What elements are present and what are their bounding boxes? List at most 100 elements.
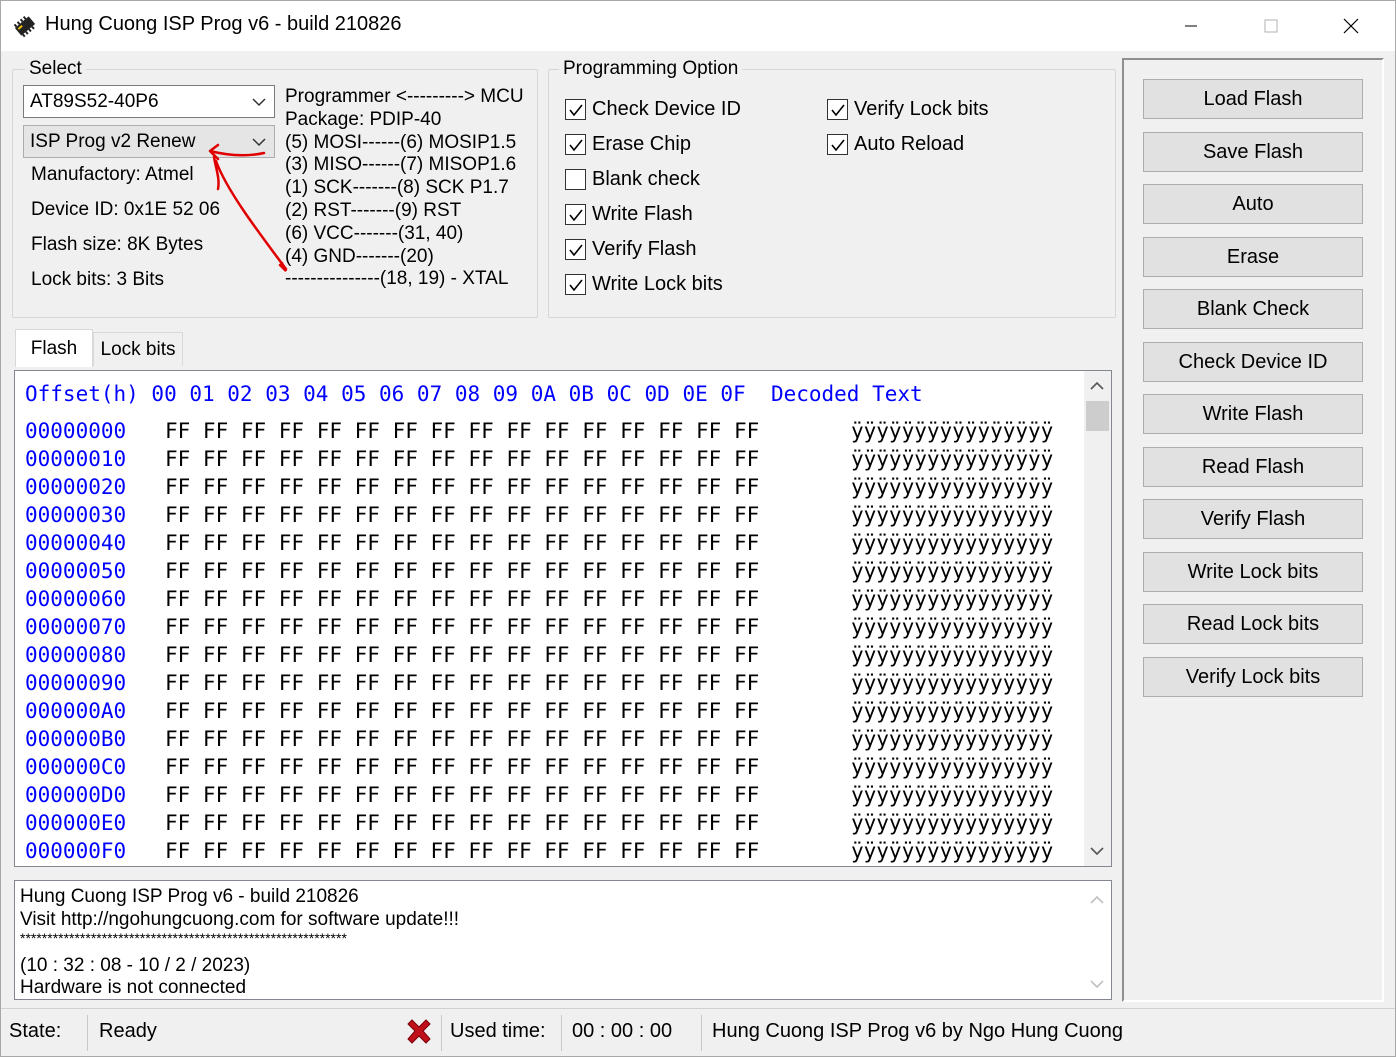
scroll-thumb[interactable] [1086,401,1109,431]
hex-row[interactable]: 00000090 FF FF FF FF FF FF FF FF FF FF FF… [25,671,1053,699]
log-scrollbar[interactable] [1084,881,1111,999]
checkbox-label: Check Device ID [592,98,741,120]
tab-lock-bits[interactable]: Lock bits [93,332,183,366]
chip-icon [13,16,36,38]
check-device-id-checkbox[interactable]: Check Device ID [565,98,741,121]
checkbox-box [565,204,586,225]
read-flash-button[interactable]: Read Flash [1143,447,1363,487]
erase-chip-checkbox[interactable]: Erase Chip [565,133,691,156]
pin-line: (2) RST-------(9) RST [285,200,462,221]
checkbox-box [827,134,848,155]
close-button[interactable] [1311,1,1391,51]
app-window: Hung Cuong ISP Prog v6 - build 210826 Se… [0,0,1396,1057]
hex-offset: 000000E0 [25,811,127,835]
log-line: ****************************************… [20,930,347,946]
hex-row[interactable]: 000000D0 FF FF FF FF FF FF FF FF FF FF FF… [25,783,1053,811]
check-device-id-button[interactable]: Check Device ID [1143,342,1363,382]
hex-row[interactable]: 00000060 FF FF FF FF FF FF FF FF FF FF FF… [25,587,1053,615]
hex-row[interactable]: 00000000 FF FF FF FF FF FF FF FF FF FF FF… [25,419,1053,447]
read-lock-bits-button[interactable]: Read Lock bits [1143,604,1363,644]
window-title: Hung Cuong ISP Prog v6 - build 210826 [45,13,402,35]
hex-bytes: FF FF FF FF FF FF FF FF FF FF FF FF FF F… [165,475,760,499]
checkmark-icon [568,209,583,221]
programming-option-label: Programming Option [559,58,743,80]
scroll-up-icon[interactable] [1088,891,1106,909]
checkbox-label: Verify Lock bits [854,98,989,120]
scroll-up-icon[interactable] [1088,377,1106,395]
hex-offset: 00000070 [25,615,127,639]
hex-offset: 000000F0 [25,839,127,863]
checkbox-label: Auto Reload [854,133,965,155]
status-bar: State: Ready Used time: 00 : 00 : 00 Hun… [1,1008,1395,1056]
pin-line: (4) GND-------(20) [285,246,434,267]
hex-offset: 000000B0 [25,727,127,751]
hex-offset: 00000000 [25,419,127,443]
hex-row[interactable]: 00000010 FF FF FF FF FF FF FF FF FF FF FF… [25,447,1053,475]
scroll-down-icon[interactable] [1088,975,1106,993]
state-label: State: [9,1020,62,1042]
log-line: Visit http://ngohungcuong.com for softwa… [20,909,460,930]
hex-bytes: FF FF FF FF FF FF FF FF FF FF FF FF FF F… [165,839,760,863]
hex-decoded-text: ÿÿÿÿÿÿÿÿÿÿÿÿÿÿÿÿ [851,727,1054,751]
hex-decoded-text: ÿÿÿÿÿÿÿÿÿÿÿÿÿÿÿÿ [851,503,1054,527]
hex-offset: 000000A0 [25,699,127,723]
write-flash-button[interactable]: Write Flash [1143,394,1363,434]
load-flash-button[interactable]: Load Flash [1143,79,1363,119]
auto-button[interactable]: Auto [1143,184,1363,224]
hex-offset: 00000040 [25,531,127,555]
flash-size-text: Flash size: 8K Bytes [31,234,204,255]
hex-header: Offset(h) 00 01 02 03 04 05 06 07 08 09 … [25,382,923,406]
hex-bytes: FF FF FF FF FF FF FF FF FF FF FF FF FF F… [165,615,760,639]
minimize-button[interactable] [1151,1,1231,51]
tab-flash[interactable]: Flash [15,329,93,367]
hex-row[interactable]: 000000C0 FF FF FF FF FF FF FF FF FF FF FF… [25,755,1053,783]
hex-decoded-text: ÿÿÿÿÿÿÿÿÿÿÿÿÿÿÿÿ [851,811,1054,835]
checkbox-box [565,239,586,260]
write-flash-checkbox[interactable]: Write Flash [565,203,693,226]
title-bar[interactable]: Hung Cuong ISP Prog v6 - build 210826 [1,1,1395,51]
hex-editor[interactable]: Offset(h) 00 01 02 03 04 05 06 07 08 09 … [14,370,1112,867]
manufactory-text: Manufactory: Atmel [31,164,194,185]
device-id-text: Device ID: 0x1E 52 06 [31,199,221,220]
checkmark-icon [568,279,583,291]
hex-row[interactable]: 00000020 FF FF FF FF FF FF FF FF FF FF FF… [25,475,1053,503]
verify-lock-bits-button[interactable]: Verify Lock bits [1143,657,1363,697]
auto-reload-checkbox[interactable]: Auto Reload [827,133,964,156]
hex-row[interactable]: 00000040 FF FF FF FF FF FF FF FF FF FF FF… [25,531,1053,559]
hex-scrollbar[interactable] [1084,371,1111,866]
lock-bits-text: Lock bits: 3 Bits [31,269,165,290]
checkmark-icon [568,139,583,151]
hex-row[interactable]: 00000070 FF FF FF FF FF FF FF FF FF FF FF… [25,615,1053,643]
used-time-value: 00 : 00 : 00 [572,1020,673,1042]
checkmark-icon [568,244,583,256]
scroll-down-icon[interactable] [1088,842,1106,860]
hex-decoded-text: ÿÿÿÿÿÿÿÿÿÿÿÿÿÿÿÿ [851,615,1054,639]
write-lock-bits-checkbox[interactable]: Write Lock bits [565,273,723,296]
blank-check-checkbox[interactable]: Blank check [565,168,700,191]
hex-offset: 000000C0 [25,755,127,779]
blank-check-button[interactable]: Blank Check [1143,289,1363,329]
verify-lock-bits-checkbox[interactable]: Verify Lock bits [827,98,989,121]
erase-button[interactable]: Erase [1143,237,1363,277]
credit-text: Hung Cuong ISP Prog v6 by Ngo Hung Cuong [712,1020,1124,1042]
hex-row[interactable]: 00000050 FF FF FF FF FF FF FF FF FF FF FF… [25,559,1053,587]
hex-row[interactable]: 00000030 FF FF FF FF FF FF FF FF FF FF FF… [25,503,1053,531]
hex-row[interactable]: 000000A0 FF FF FF FF FF FF FF FF FF FF FF… [25,699,1053,727]
pin-line: Programmer <---------> MCU [285,86,524,107]
hex-decoded-text: ÿÿÿÿÿÿÿÿÿÿÿÿÿÿÿÿ [851,671,1054,695]
maximize-button[interactable] [1231,1,1311,51]
checkbox-label: Verify Flash [592,238,697,260]
chevron-down-icon [252,98,266,107]
verify-flash-checkbox[interactable]: Verify Flash [565,238,696,261]
hex-row[interactable]: 000000B0 FF FF FF FF FF FF FF FF FF FF FF… [25,727,1053,755]
write-lock-bits-button[interactable]: Write Lock bits [1143,552,1363,592]
hex-row[interactable]: 000000E0 FF FF FF FF FF FF FF FF FF FF FF… [25,811,1053,839]
state-value: Ready [99,1020,157,1042]
hex-row[interactable]: 000000F0 FF FF FF FF FF FF FF FF FF FF FF… [25,839,1053,866]
hex-row[interactable]: 00000080 FF FF FF FF FF FF FF FF FF FF FF… [25,643,1053,671]
save-flash-button[interactable]: Save Flash [1143,132,1363,172]
verify-flash-button[interactable]: Verify Flash [1143,499,1363,539]
log-output[interactable]: Hung Cuong ISP Prog v6 - build 210826 Vi… [14,880,1112,1000]
hex-decoded-text: ÿÿÿÿÿÿÿÿÿÿÿÿÿÿÿÿ [851,643,1054,667]
chip-select[interactable]: AT89S52-40P6 [23,85,275,118]
